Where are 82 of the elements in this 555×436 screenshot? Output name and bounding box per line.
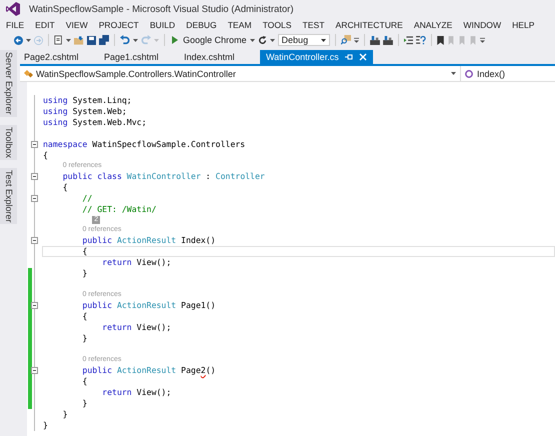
- code-line: {: [62, 183, 68, 192]
- menu-item[interactable]: DEBUG: [186, 20, 217, 30]
- collapse-icon[interactable]: [31, 367, 38, 374]
- question-icon[interactable]: [416, 36, 426, 44]
- code-line: return View();: [101, 258, 172, 267]
- dropdown-caret-icon[interactable]: [66, 38, 71, 42]
- code-line: public ActionResult Page1(): [81, 301, 216, 310]
- side-panel-tab[interactable]: Toolbox: [0, 124, 17, 160]
- menu-item[interactable]: EDIT: [35, 20, 55, 30]
- side-panel-tab[interactable]: Test Explorer: [0, 168, 17, 224]
- bookmark-icon[interactable]: [436, 36, 444, 44]
- document-tab[interactable]: WatinController.cs: [260, 50, 373, 64]
- menu-item[interactable]: HELP: [512, 20, 535, 30]
- overflow-icon[interactable]: [354, 37, 359, 43]
- code-line: public class WatinController : Controller: [62, 172, 265, 181]
- code-line: return View();: [101, 323, 172, 332]
- save-all-icon[interactable]: [99, 35, 109, 45]
- menu-item[interactable]: ARCHITECTURE: [336, 20, 403, 30]
- code-line: }: [81, 334, 88, 343]
- document-tab[interactable]: Page1.cshtml: [100, 50, 180, 64]
- back-icon[interactable]: [14, 36, 23, 44]
- folder-icon[interactable]: [74, 36, 84, 44]
- method-icon: [465, 70, 473, 78]
- collapse-icon[interactable]: [31, 141, 38, 148]
- menu-item[interactable]: FILE: [6, 20, 24, 30]
- toolbar-icon[interactable]: [382, 36, 393, 44]
- document-tab[interactable]: Index.cshtml: [180, 50, 260, 64]
- configuration-dropdown[interactable]: Debug: [278, 34, 330, 46]
- collapse-icon[interactable]: [31, 302, 38, 309]
- save-icon[interactable]: [87, 36, 96, 44]
- menu-item[interactable]: TEST: [302, 20, 325, 30]
- menu-item[interactable]: VIEW: [66, 20, 88, 30]
- code-line: }: [62, 410, 68, 419]
- dropdown-caret-icon[interactable]: [270, 38, 275, 42]
- code-line: using System.Linq;: [43, 96, 132, 105]
- undo-icon[interactable]: [120, 35, 130, 45]
- window-title: WatinSpecflowSample - Microsoft Visual Studio (Administrator): [29, 4, 294, 14]
- pin-icon[interactable]: [344, 54, 353, 60]
- code-line: using System.Web;: [43, 107, 127, 116]
- code-line: {: [43, 151, 48, 160]
- menu-item[interactable]: BUILD: [150, 20, 176, 30]
- refresh-icon[interactable]: [258, 36, 267, 44]
- toolbar-icon[interactable]: [370, 36, 380, 44]
- code-line: }: [81, 399, 88, 408]
- code-line: public ActionResult Index(): [81, 236, 216, 245]
- code-line: //: [81, 194, 92, 203]
- code-line: public ActionResult Page2(): [81, 366, 216, 375]
- type-dropdown[interactable]: WatinSpecflowSample.Controllers.WatinController: [20, 66, 461, 81]
- find-icon[interactable]: [340, 35, 351, 45]
- code-line: using System.Web.Mvc;: [43, 118, 147, 127]
- member-dropdown[interactable]: Index(): [461, 66, 555, 81]
- code-line: }: [81, 269, 88, 278]
- document-tab[interactable]: Page2.cshtml: [20, 50, 100, 64]
- code-line: // GET: /Watin/: [81, 205, 156, 214]
- collapse-icon[interactable]: [31, 173, 38, 180]
- menu-item[interactable]: ANALYZE: [414, 20, 452, 30]
- code-line: {: [81, 312, 88, 321]
- dropdown-caret-icon[interactable]: [26, 38, 31, 42]
- collapse-icon[interactable]: [31, 195, 38, 202]
- collapse-icon[interactable]: [31, 237, 38, 244]
- menu-item[interactable]: TEAM: [228, 20, 252, 30]
- code-line: {: [81, 377, 88, 386]
- dropdown-caret-icon[interactable]: [451, 72, 456, 75]
- dropdown-caret-icon: [320, 38, 326, 42]
- dropdown-caret-icon[interactable]: [133, 38, 138, 42]
- code-line: {: [81, 247, 88, 256]
- menu-item[interactable]: TOOLS: [262, 20, 292, 30]
- menu-item[interactable]: WINDOW: [463, 20, 502, 30]
- visual-studio-logo: [6, 2, 20, 16]
- side-panel-tab[interactable]: Server Explorer: [0, 50, 17, 117]
- indent-icon[interactable]: [404, 36, 413, 44]
- class-icon: [24, 70, 33, 78]
- code-line: return View();: [101, 388, 172, 397]
- code-line: namespace WatinSpecflowSample.Controllers: [43, 140, 246, 149]
- dropdown-caret-icon[interactable]: [250, 38, 255, 42]
- overflow-icon[interactable]: [480, 37, 485, 43]
- close-icon[interactable]: [358, 53, 367, 61]
- new-project-icon[interactable]: [54, 35, 63, 45]
- start-debugging-button[interactable]: Google Chrome: [170, 35, 247, 45]
- play-icon: [172, 36, 178, 44]
- menu-item[interactable]: PROJECT: [98, 20, 139, 30]
- code-line: }: [43, 421, 48, 430]
